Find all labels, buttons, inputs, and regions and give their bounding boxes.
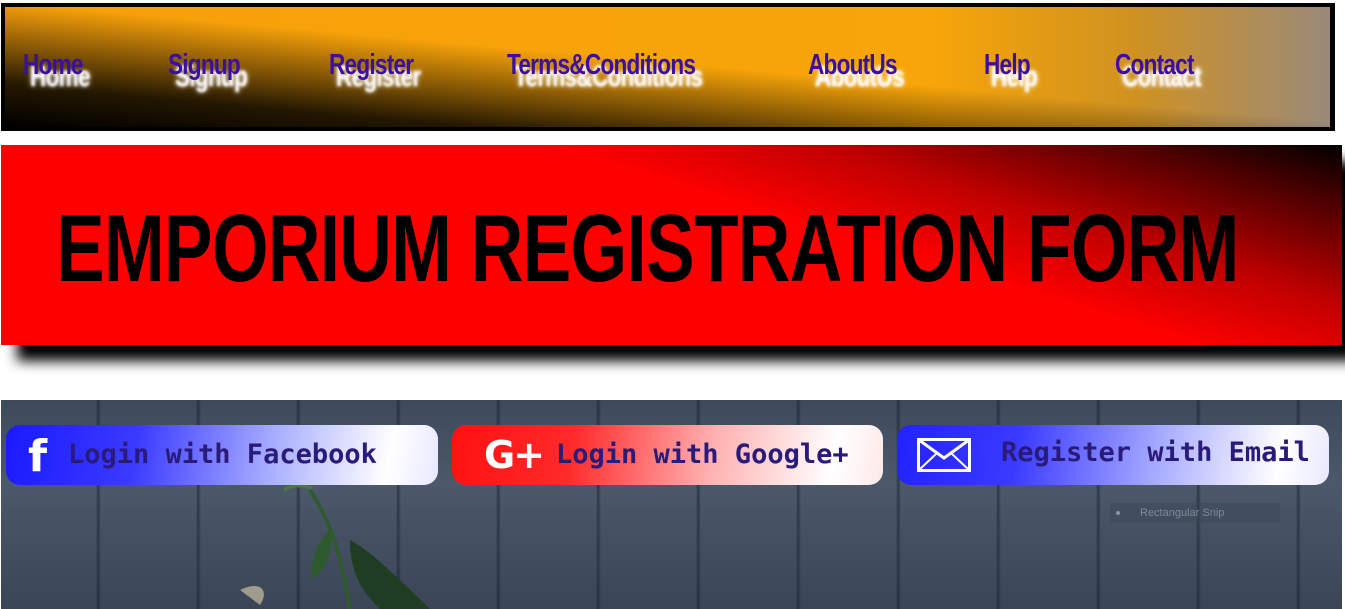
rectangular-snip-overlay: Rectangular Snip [1110,503,1280,523]
top-navigation-bar: Home Signup Register Terms&Conditions Ab… [1,3,1335,131]
plant-decoration [240,484,430,609]
envelope-icon [917,438,971,472]
google-plus-icon: G+ [484,433,545,477]
nav-help-link[interactable]: Help [984,49,1031,82]
facebook-button-label: Login with Facebook [68,439,377,470]
nav-contact-link[interactable]: Contact [1115,49,1195,82]
nav-terms-link[interactable]: Terms&Conditions [507,49,696,82]
nav-aboutus-link[interactable]: AboutUs [808,49,898,82]
register-email-button[interactable]: Register with Email [897,425,1329,485]
login-facebook-button[interactable]: f Login with Facebook [6,425,438,485]
google-button-label: Login with Google+ [556,439,849,470]
nav-home-link[interactable]: Home [23,49,84,82]
title-banner: EMPORIUM REGISTRATION FORM [1,145,1342,345]
nav-signup-link[interactable]: Signup [168,49,241,82]
facebook-icon: f [28,431,48,482]
email-button-label: Register with Email [1001,437,1310,468]
page-title: EMPORIUM REGISTRATION FORM [56,195,1239,302]
login-google-button[interactable]: G+ Login with Google+ [452,425,883,485]
snip-label: Rectangular Snip [1140,507,1225,519]
nav-register-link[interactable]: Register [329,49,414,82]
snip-dot-icon [1116,511,1120,515]
